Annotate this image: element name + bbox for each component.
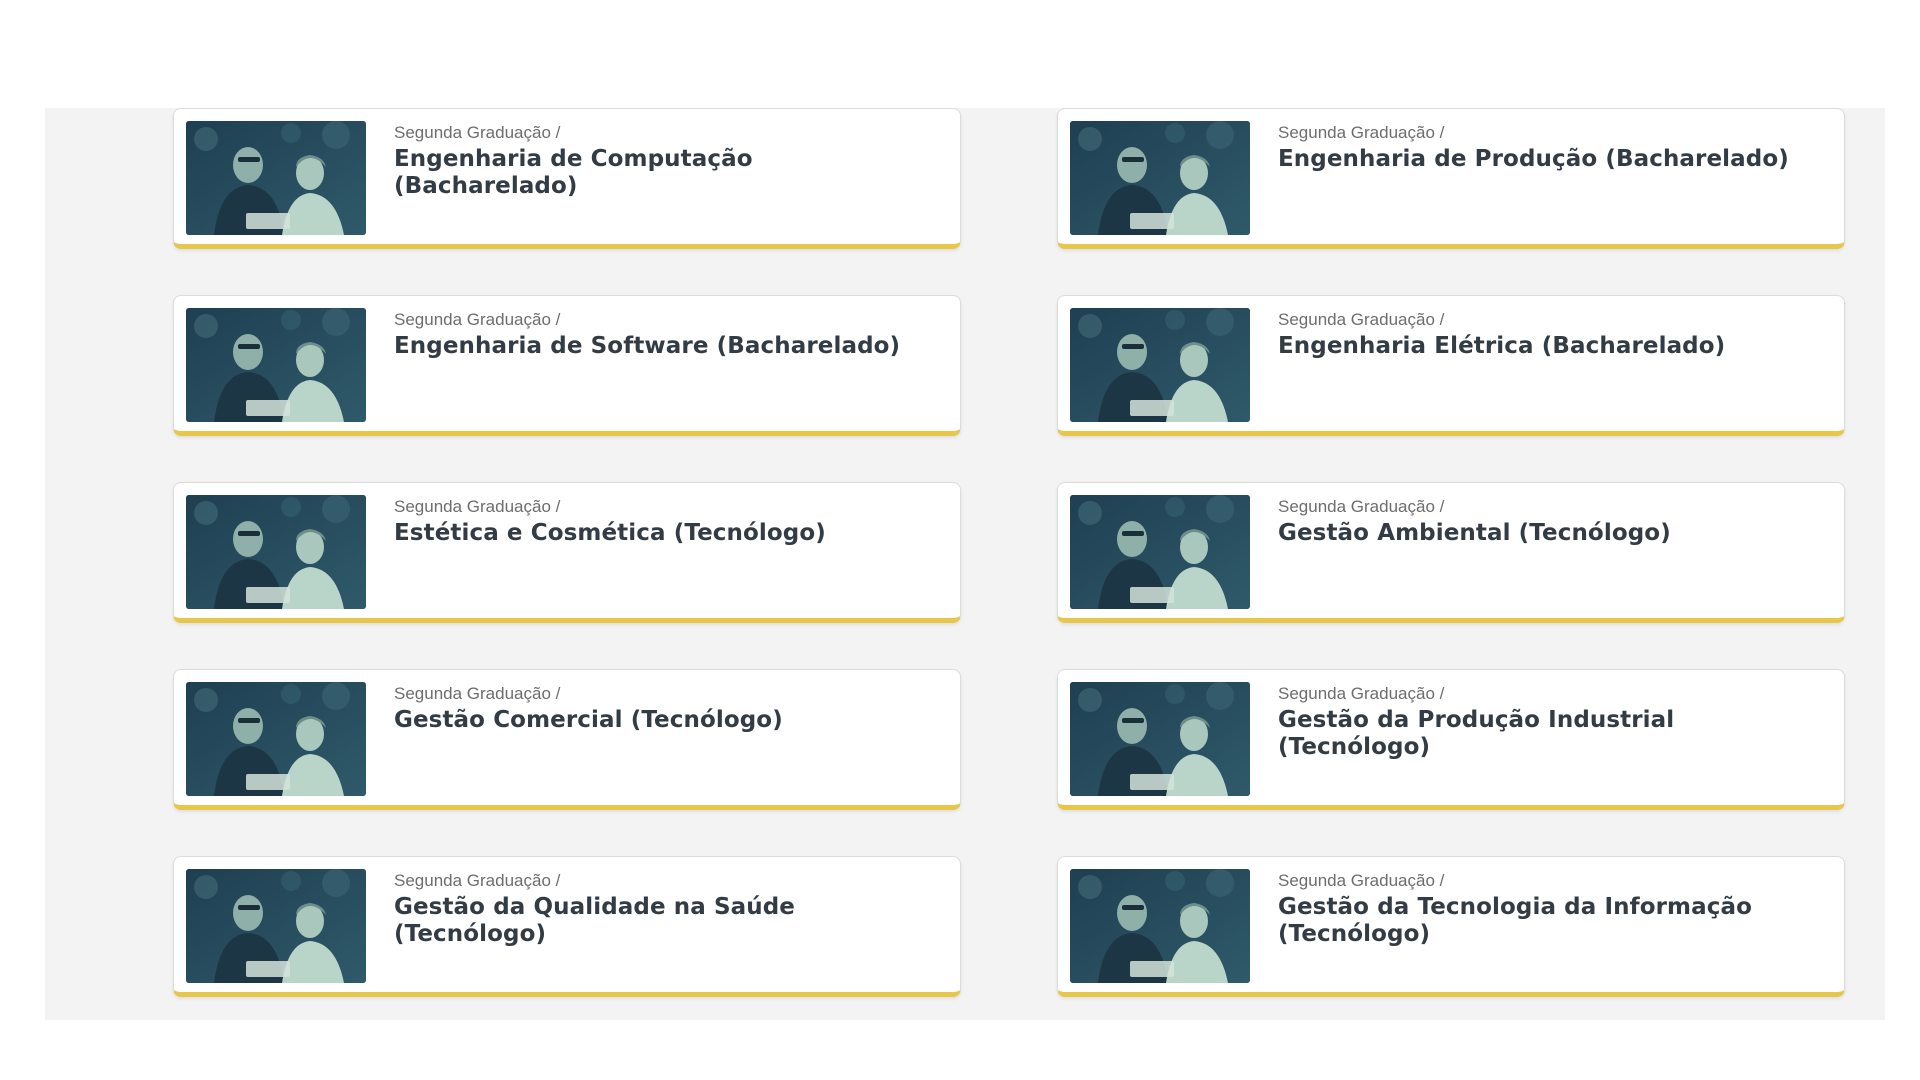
- course-thumbnail: [186, 121, 366, 235]
- course-thumbnail: [1070, 495, 1250, 609]
- course-card[interactable]: Segunda Graduação / Engenharia de Softwa…: [173, 295, 961, 436]
- course-breadcrumb: Segunda Graduação /: [1278, 310, 1445, 329]
- course-thumbnail: [1070, 869, 1250, 983]
- course-breadcrumb: Segunda Graduação /: [1278, 497, 1445, 516]
- course-breadcrumb: Segunda Graduação /: [394, 684, 561, 703]
- course-card[interactable]: Segunda Graduação / Gestão Ambiental (Te…: [1057, 482, 1845, 623]
- course-card[interactable]: Segunda Graduação / Engenharia de Produç…: [1057, 108, 1845, 249]
- course-thumbnail: [1070, 121, 1250, 235]
- course-thumbnail: [1070, 308, 1250, 422]
- course-title[interactable]: Engenharia Elétrica (Bacharelado): [1278, 333, 1820, 360]
- course-thumbnail: [186, 308, 366, 422]
- course-card[interactable]: Segunda Graduação / Engenharia de Comput…: [173, 108, 961, 249]
- course-breadcrumb: Segunda Graduação /: [394, 871, 561, 890]
- course-breadcrumb: Segunda Graduação /: [1278, 871, 1445, 890]
- course-title[interactable]: Gestão Comercial (Tecnólogo): [394, 707, 936, 734]
- course-breadcrumb: Segunda Graduação /: [1278, 123, 1445, 142]
- course-thumbnail: [186, 869, 366, 983]
- course-title[interactable]: Gestão da Produção Industrial (Tecnólogo…: [1278, 707, 1820, 761]
- course-card[interactable]: Segunda Graduação / Engenharia Elétrica …: [1057, 295, 1845, 436]
- course-breadcrumb: Segunda Graduação /: [1278, 684, 1445, 703]
- course-card[interactable]: Segunda Graduação / Estética e Cosmética…: [173, 482, 961, 623]
- course-title[interactable]: Engenharia de Software (Bacharelado): [394, 333, 936, 360]
- course-breadcrumb: Segunda Graduação /: [394, 123, 561, 142]
- course-title[interactable]: Gestão da Tecnologia da Informação (Tecn…: [1278, 894, 1820, 948]
- course-card[interactable]: Segunda Graduação / Gestão da Produção I…: [1057, 669, 1845, 810]
- course-breadcrumb: Segunda Graduação /: [394, 497, 561, 516]
- course-card[interactable]: Segunda Graduação / Gestão da Tecnologia…: [1057, 856, 1845, 997]
- course-title[interactable]: Engenharia de Produção (Bacharelado): [1278, 146, 1820, 173]
- course-grid: Segunda Graduação / Engenharia de Comput…: [173, 108, 1845, 997]
- course-title[interactable]: Engenharia de Computação (Bacharelado): [394, 146, 936, 200]
- course-title[interactable]: Estética e Cosmética (Tecnólogo): [394, 520, 936, 547]
- course-title[interactable]: Gestão da Qualidade na Saúde (Tecnólogo): [394, 894, 936, 948]
- course-title[interactable]: Gestão Ambiental (Tecnólogo): [1278, 520, 1820, 547]
- course-list-panel: Segunda Graduação / Engenharia de Comput…: [45, 108, 1885, 1020]
- course-thumbnail: [1070, 682, 1250, 796]
- course-thumbnail: [186, 682, 366, 796]
- course-thumbnail: [186, 495, 366, 609]
- course-card[interactable]: Segunda Graduação / Gestão Comercial (Te…: [173, 669, 961, 810]
- course-card[interactable]: Segunda Graduação / Gestão da Qualidade …: [173, 856, 961, 997]
- course-breadcrumb: Segunda Graduação /: [394, 310, 561, 329]
